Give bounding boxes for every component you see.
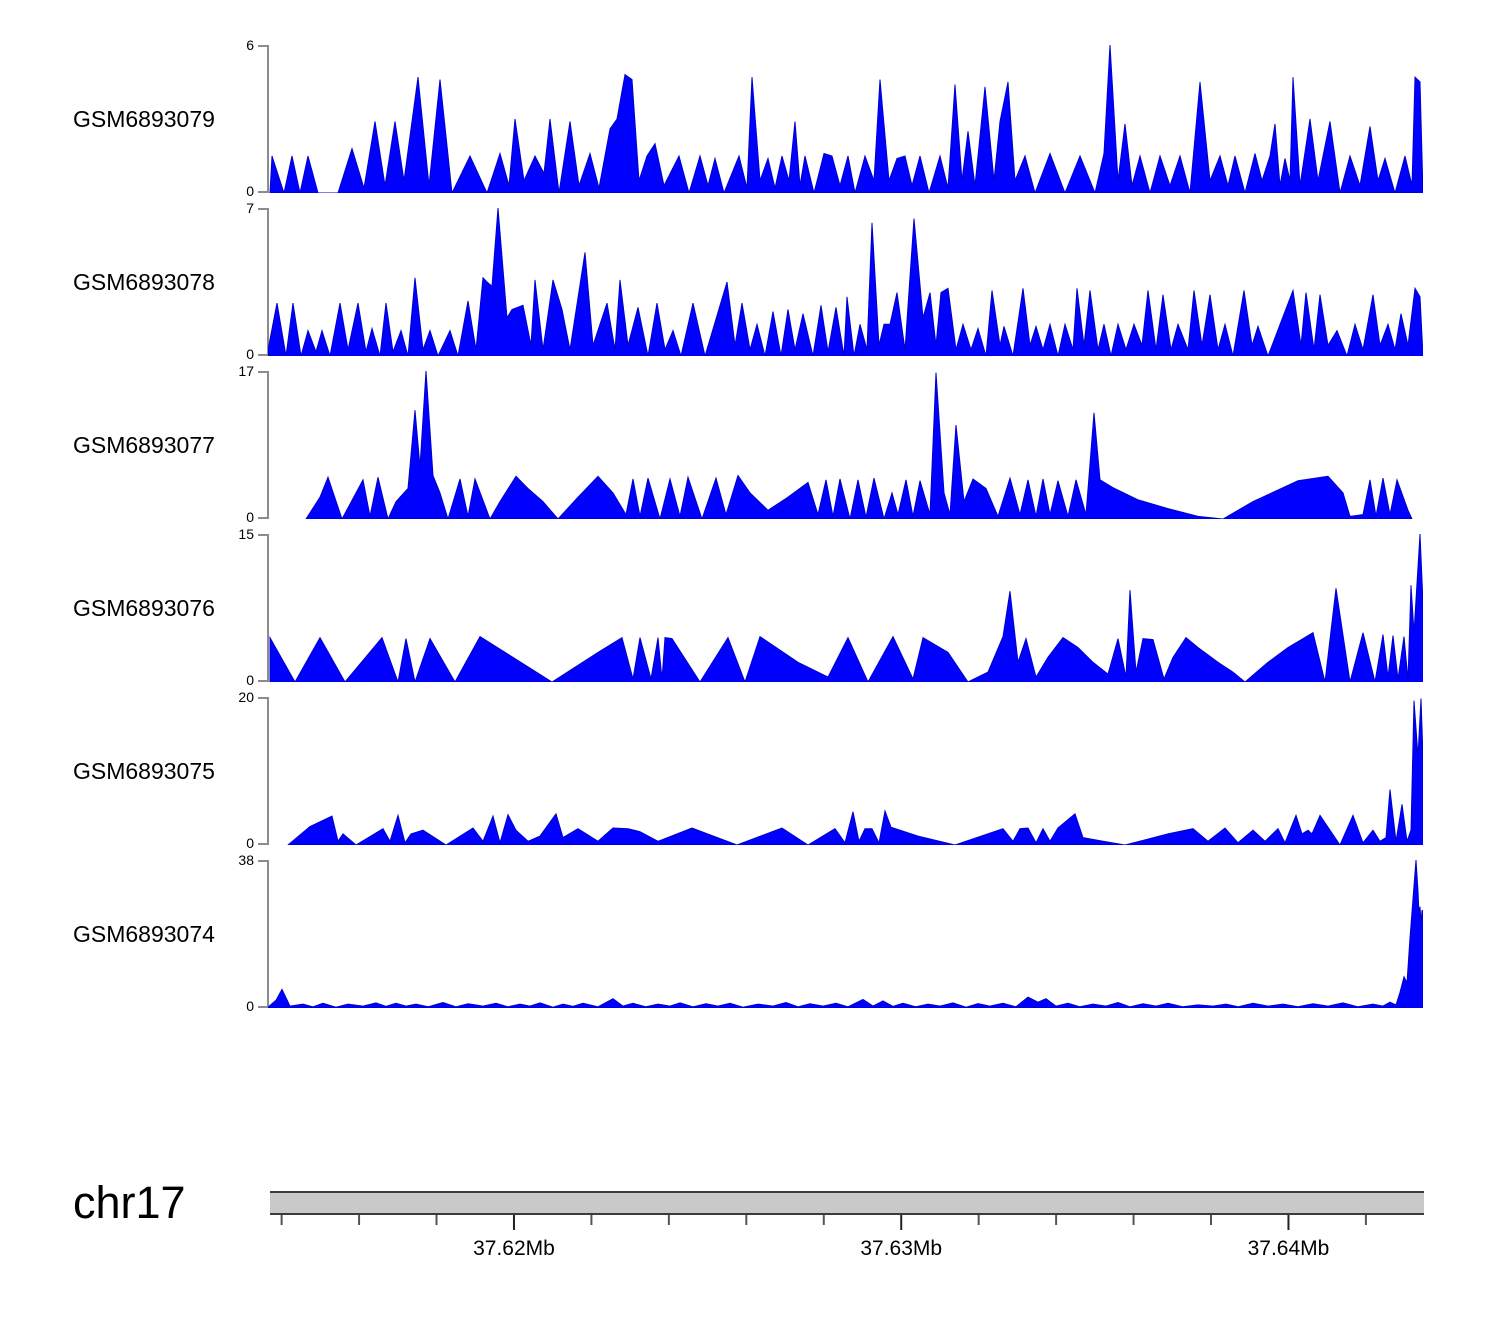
- y-axis-max-label: 20: [220, 689, 254, 705]
- track-row-3: GSM6893077 17 0: [0, 371, 1500, 519]
- track-label: GSM6893077: [73, 432, 253, 458]
- track-label: GSM6893076: [73, 595, 253, 621]
- coordinate-tick-label: 37.63Mb: [860, 1237, 942, 1260]
- y-axis-top-tick: [258, 371, 267, 373]
- track-row-2: GSM6893078 7 0: [0, 208, 1500, 356]
- y-axis-max-label: 38: [220, 852, 254, 868]
- y-axis-zero-label: 0: [220, 672, 254, 688]
- y-axis-bottom-tick: [258, 843, 267, 845]
- y-axis-top-tick: [258, 45, 267, 47]
- y-axis-max-label: 7: [220, 200, 254, 216]
- y-axis-max-label: 17: [220, 363, 254, 379]
- y-axis-top-tick: [258, 208, 267, 210]
- chromosome-ideogram-bar: [270, 1191, 1424, 1215]
- y-axis-top-tick: [258, 534, 267, 536]
- track-label: GSM6893075: [73, 758, 253, 784]
- track-row-4: GSM6893076 15 0: [0, 534, 1500, 682]
- coverage-area-plot: [268, 45, 1423, 193]
- y-axis-top-tick: [258, 860, 267, 862]
- y-axis-max-label: 15: [220, 526, 254, 542]
- y-axis-zero-label: 0: [220, 509, 254, 525]
- y-axis-max-label: 6: [220, 37, 254, 53]
- y-axis-zero-label: 0: [220, 346, 254, 362]
- y-axis-bottom-tick: [258, 680, 267, 682]
- y-axis-zero-label: 0: [220, 183, 254, 199]
- genome-coordinate-ruler: 37.62Mb 37.63Mb 37.64Mb: [0, 1215, 1500, 1285]
- genome-browser-figure: GSM6893079 6 0 GSM6893078 7 0 GSM6893077…: [0, 0, 1500, 1320]
- track-label: GSM6893074: [73, 921, 253, 947]
- coordinate-tick-label: 37.64Mb: [1248, 1237, 1330, 1260]
- track-row-5: GSM6893075 20 0: [0, 697, 1500, 845]
- coordinate-tick-label: 37.62Mb: [473, 1237, 555, 1260]
- track-label: GSM6893079: [73, 106, 253, 132]
- y-axis-zero-label: 0: [220, 835, 254, 851]
- coverage-area-plot: [268, 208, 1423, 356]
- y-axis-bottom-tick: [258, 517, 267, 519]
- y-axis-zero-label: 0: [220, 998, 254, 1014]
- y-axis-bottom-tick: [258, 354, 267, 356]
- coverage-area-plot: [268, 860, 1423, 1008]
- y-axis-top-tick: [258, 697, 267, 699]
- y-axis-bottom-tick: [258, 1006, 267, 1008]
- track-row-6: GSM6893074 38 0: [0, 860, 1500, 1008]
- coverage-area-plot: [268, 697, 1423, 845]
- coverage-area-plot: [268, 371, 1423, 519]
- track-row-1: GSM6893079 6 0: [0, 45, 1500, 193]
- track-label: GSM6893078: [73, 269, 253, 295]
- coverage-area-plot: [268, 534, 1423, 682]
- y-axis-bottom-tick: [258, 191, 267, 193]
